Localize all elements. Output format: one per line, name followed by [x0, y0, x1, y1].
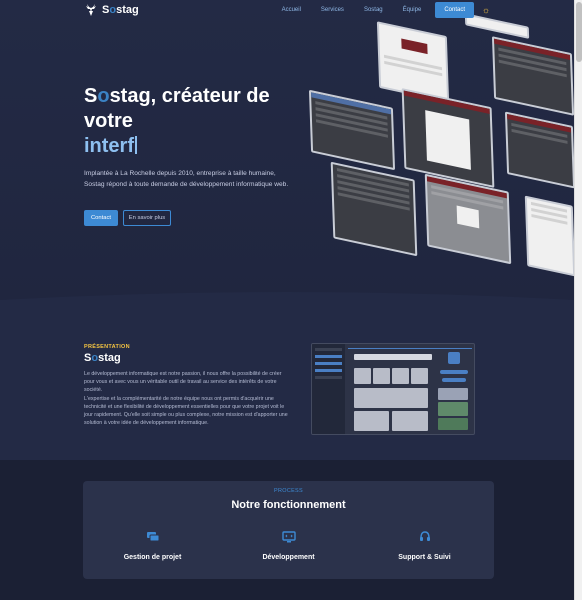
monitor-code-icon	[281, 531, 296, 543]
process-title: Notre fonctionnement	[231, 499, 346, 511]
screenshots-collage	[300, 15, 574, 285]
headset-icon	[419, 531, 430, 541]
nav-link-sostag[interactable]: Sostag	[354, 2, 393, 18]
feature-gestion-de-projet: Gestion de projet	[84, 531, 221, 561]
process-eyebrow: PROCESS	[274, 488, 303, 494]
app-screenshot	[401, 88, 495, 188]
nav-links: Accueil Services Sostag Équipe Contact ☼	[272, 2, 492, 18]
chat-icon	[146, 532, 159, 542]
process-card: PROCESS Notre fonctionnement Gestion de …	[83, 481, 494, 579]
app-screenshot	[330, 161, 418, 257]
hero-typed-text: interf	[84, 134, 137, 159]
nav-link-equipe[interactable]: Équipe	[393, 2, 432, 18]
nav-link-services[interactable]: Services	[311, 2, 354, 18]
scrollbar-thumb[interactable]	[576, 2, 582, 62]
section-divider	[0, 292, 574, 322]
presentation-text: Le développement informatique est notre …	[84, 371, 288, 427]
nav-contact-button[interactable]: Contact	[435, 2, 474, 18]
deer-logo-icon	[86, 4, 96, 16]
hero-contact-button[interactable]: Contact	[84, 210, 118, 226]
learn-more-button[interactable]: En savoir plus	[123, 210, 171, 226]
top-nav: Sostag Accueil Services Sostag Équipe Co…	[0, 0, 574, 22]
app-screenshot	[308, 89, 396, 171]
brand-name: Sostag	[102, 4, 139, 16]
presentation-eyebrow: PRÉSENTATION	[84, 344, 130, 350]
typing-caret	[135, 136, 137, 154]
brand-logo[interactable]: Sostag	[84, 3, 139, 17]
hero-description: Implantée à La Rochelle depuis 2010, ent…	[84, 170, 289, 188]
sun-icon[interactable]: ☼	[480, 4, 492, 16]
feature-label: Gestion de projet	[123, 554, 182, 561]
presentation-title: Sostag	[84, 352, 121, 364]
app-screenshot	[424, 173, 512, 265]
feature-support-suivi: Support & Suivi	[356, 531, 493, 561]
app-screenshot	[491, 36, 574, 116]
hero-section: Sostag, créateur de votre interf Implant…	[0, 0, 574, 300]
page-scrollbar[interactable]	[574, 0, 582, 600]
nav-link-accueil[interactable]: Accueil	[272, 2, 311, 18]
feature-label: Développement	[262, 554, 315, 561]
app-screenshot	[504, 111, 574, 189]
feature-developpement: Développement	[220, 531, 357, 561]
feature-label: Support & Suivi	[398, 554, 451, 561]
hero-title: Sostag, créateur de votre	[84, 85, 270, 132]
app-preview-image	[311, 343, 475, 435]
page: Sostag, créateur de votre interf Implant…	[0, 0, 574, 600]
app-screenshot	[524, 195, 574, 277]
